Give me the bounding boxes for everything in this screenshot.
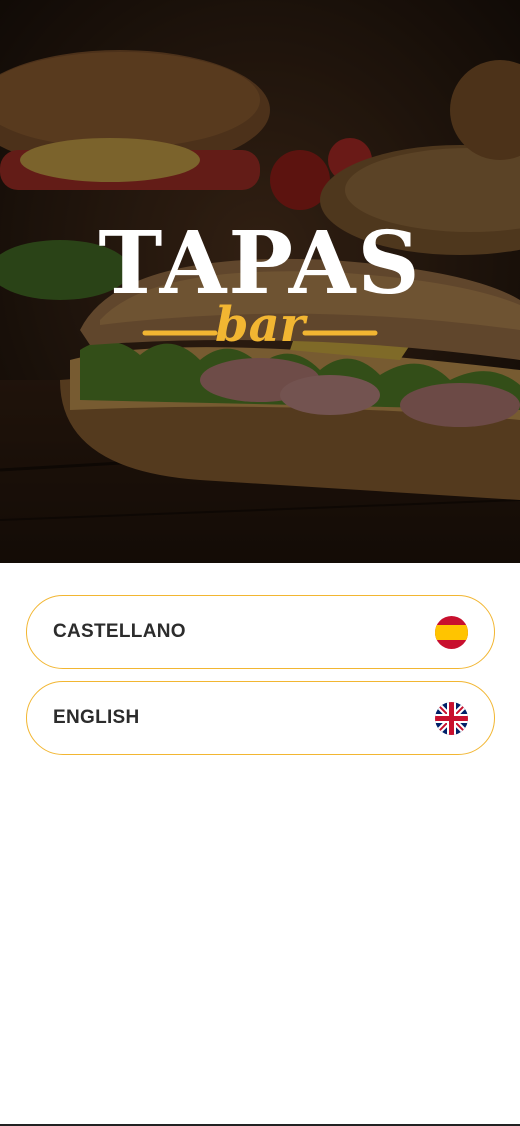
language-list: CASTELLANO ENGLISH — [26, 595, 495, 767]
uk-flag-icon — [435, 701, 468, 735]
language-button-english[interactable]: ENGLISH — [26, 681, 495, 755]
logo-sub-text: bar — [215, 297, 309, 353]
language-button-castellano[interactable]: CASTELLANO — [26, 595, 495, 669]
brand-logo: TAPAS bar — [0, 205, 520, 355]
language-label: CASTELLANO — [53, 621, 186, 642]
language-label: ENGLISH — [53, 707, 140, 728]
spain-flag-icon — [435, 615, 468, 649]
